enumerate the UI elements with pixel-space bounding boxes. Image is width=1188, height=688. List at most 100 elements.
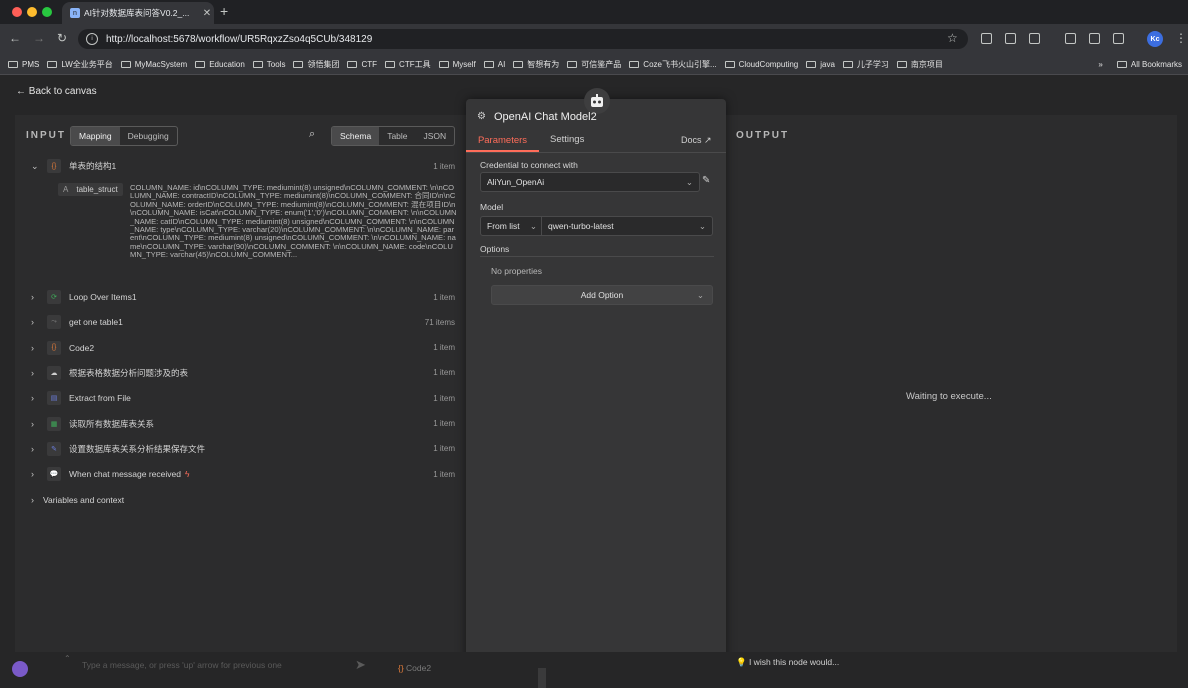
reload-icon[interactable]: ↻: [57, 31, 67, 45]
model-mode-select[interactable]: From list ⌄: [480, 216, 542, 236]
bookmark-item[interactable]: Coze飞书火山引擎...: [629, 59, 717, 70]
bookmark-item[interactable]: 领悟集团: [293, 59, 339, 70]
back-arrow-icon[interactable]: ←: [9, 31, 21, 45]
bookmark-item[interactable]: CTF工具: [385, 59, 431, 70]
input-node-row[interactable]: › ⟳ Loop Over Items1 1 item: [15, 285, 467, 309]
bookmark-item[interactable]: 可信鉴产品: [567, 59, 621, 70]
table-tab[interactable]: Table: [379, 127, 415, 145]
browser-menu-icon[interactable]: ⋮: [1175, 31, 1187, 45]
debugging-tab[interactable]: Debugging: [120, 127, 177, 145]
puzzle-icon[interactable]: [1029, 33, 1040, 44]
all-bookmarks[interactable]: All Bookmarks: [1116, 60, 1182, 69]
output-panel: [725, 115, 1177, 652]
folder-icon: [1116, 60, 1127, 68]
bookmark-item[interactable]: LW全业务平台: [47, 59, 113, 70]
tab-title: AI针对数据库表问答V0.2_...: [84, 8, 190, 18]
field-pill[interactable]: A table_struct: [58, 183, 123, 196]
input-node-row[interactable]: › ☁ 根据表格数据分析问题涉及的表 1 item: [15, 361, 467, 385]
input-node-row[interactable]: › 💬 When chat message received ϟ 1 item: [15, 462, 467, 486]
credential-select[interactable]: AliYun_OpenAi ⌄: [480, 172, 700, 192]
chevron-right-icon[interactable]: ›: [31, 292, 43, 302]
chevron-right-icon[interactable]: ›: [31, 469, 43, 479]
feedback-link[interactable]: 💡 I wish this node would...: [736, 657, 839, 668]
maximize-window-button[interactable]: [42, 7, 52, 17]
bookmark-item[interactable]: java: [806, 59, 835, 70]
send-icon[interactable]: ➤: [355, 657, 366, 673]
input-node-root[interactable]: ⌄ {} 单表的结构1 1 item: [15, 154, 467, 178]
bookmark-item[interactable]: 智想有为: [513, 59, 559, 70]
model-select[interactable]: qwen-turbo-latest ⌄: [541, 216, 713, 236]
folder-icon: [896, 60, 907, 68]
bookmark-star-icon[interactable]: ☆: [947, 31, 958, 45]
qr-code-icon[interactable]: [1089, 33, 1100, 44]
search-icon[interactable]: ⌕: [309, 128, 315, 141]
chevron-down-icon: ⌄: [529, 220, 537, 231]
bookmark-item[interactable]: Myself: [438, 59, 476, 70]
pencil-icon[interactable]: ✎: [702, 175, 710, 186]
chevron-right-icon[interactable]: ›: [31, 343, 43, 353]
mapping-tab[interactable]: Mapping: [71, 127, 120, 145]
node-count: 1 item: [433, 343, 455, 353]
input-node-row[interactable]: › ▦ 读取所有数据库表关系 1 item: [15, 412, 467, 436]
back-to-canvas-link[interactable]: ← Back to canvas: [16, 86, 97, 97]
folder-icon: [438, 60, 449, 68]
chevron-up-icon[interactable]: ⌃: [64, 654, 71, 663]
bookmark-item[interactable]: MyMacSystem: [120, 59, 187, 70]
url-bar[interactable]: i http://localhost:5678/workflow/UR5Rqxz…: [78, 29, 968, 49]
schema-tab[interactable]: Schema: [332, 127, 380, 145]
bookmark-item[interactable]: 南京项目: [896, 59, 943, 70]
bottom-code-node[interactable]: {} Code2: [398, 663, 431, 673]
close-window-button[interactable]: [12, 7, 22, 17]
tab-close-icon[interactable]: ✕: [200, 8, 214, 19]
forward-arrow-icon[interactable]: →: [33, 31, 45, 45]
chevron-down-icon[interactable]: ⌄: [31, 161, 43, 172]
node-count: 1 item: [433, 419, 455, 428]
chevron-right-icon[interactable]: ›: [31, 495, 43, 505]
bookmarks-bar: PMS LW全业务平台 MyMacSystem Education Tools 领悟集团 C…: [0, 54, 1188, 75]
chevron-right-icon[interactable]: ›: [31, 419, 43, 429]
extension-icon[interactable]: [1005, 33, 1016, 44]
chevron-right-icon[interactable]: ›: [31, 368, 43, 378]
chat-input[interactable]: Type a message, or press 'up' arrow for …: [82, 660, 282, 670]
profile-avatar[interactable]: Kc: [1147, 31, 1163, 47]
variables-and-context[interactable]: › Variables and context: [15, 488, 467, 512]
bookmark-item[interactable]: AI: [483, 59, 505, 70]
input-node-row[interactable]: › ▤ Extract from File 1 item: [15, 386, 467, 410]
add-option-button[interactable]: Add Option ⌄: [491, 285, 713, 305]
panel-resize-handle[interactable]: [538, 668, 546, 688]
bookmark-item[interactable]: CTF: [347, 59, 377, 70]
new-tab-button[interactable]: +: [220, 3, 228, 19]
input-node-row[interactable]: › ✎ 设置数据库表关系分析结果保存文件 1 item: [15, 437, 467, 461]
minimize-window-button[interactable]: [27, 7, 37, 17]
node-count: 1 item: [433, 368, 455, 378]
input-node-row[interactable]: › {} Code2 1 item: [15, 336, 467, 360]
bookmark-item[interactable]: Tools: [252, 59, 285, 70]
bookmarks-more[interactable]: »: [1098, 60, 1102, 69]
input-title: INPUT: [26, 130, 66, 141]
settings-tab[interactable]: Settings: [550, 134, 584, 145]
bookmark-item[interactable]: PMS: [8, 59, 39, 70]
chevron-right-icon[interactable]: ›: [31, 393, 43, 403]
json-tab[interactable]: JSON: [416, 127, 455, 145]
reading-list-icon[interactable]: [1113, 33, 1124, 44]
bookmark-item[interactable]: CloudComputing: [724, 59, 798, 70]
folder-icon: [47, 60, 58, 68]
chevron-right-icon[interactable]: ›: [31, 317, 43, 327]
node-name: get one table1: [69, 317, 123, 328]
bookmark-item[interactable]: Education: [195, 59, 245, 70]
node-count: 1 item: [433, 292, 455, 302]
input-mode-toggle[interactable]: Mapping Debugging: [70, 126, 178, 146]
input-node-row[interactable]: › ⤳ get one table1 71 items: [15, 310, 467, 334]
no-properties-text: No properties: [491, 266, 543, 276]
browser-tab[interactable]: n AI针对数据库表问答V0.2_... ✕: [62, 2, 214, 24]
translate-icon[interactable]: [1065, 33, 1076, 44]
screenshot-icon[interactable]: [981, 33, 992, 44]
bookmark-item[interactable]: 儿子学习: [842, 59, 889, 70]
node-name: Loop Over Items1: [69, 292, 137, 302]
chevron-right-icon[interactable]: ›: [31, 444, 43, 454]
docs-link[interactable]: Docs ↗: [681, 135, 712, 146]
parameters-tab[interactable]: Parameters: [466, 132, 539, 152]
input-view-toggle[interactable]: Schema Table JSON: [331, 126, 456, 146]
site-info-icon[interactable]: i: [86, 33, 98, 45]
node-title[interactable]: OpenAI Chat Model2: [494, 111, 597, 123]
